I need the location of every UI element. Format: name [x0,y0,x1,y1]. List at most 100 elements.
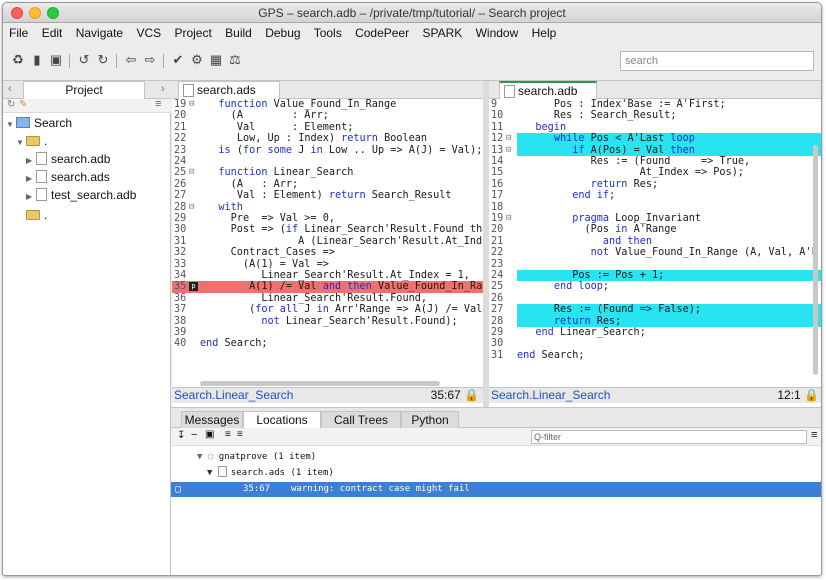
collapse-all-icon[interactable]: ≡ [237,429,243,440]
code-line[interactable]: 25 end loop; [489,281,821,292]
collapsed-arrow-icon[interactable]: ▶ [26,152,36,169]
menu-edit[interactable]: Edit [42,26,63,40]
tab-call-trees[interactable]: Call Trees [321,411,401,428]
code-line[interactable]: 15 At_Index => Pos); [489,167,821,178]
right-breadcrumb[interactable]: Search.Linear_Search [491,388,610,403]
tab-locations[interactable]: Locations [243,411,321,428]
code-line[interactable]: 30 Post => (if Linear_Search'Result.Foun… [172,224,483,235]
forward-icon[interactable]: ⇨ [143,53,157,67]
minimize-window-button[interactable] [29,7,41,19]
close-window-button[interactable] [11,7,23,19]
code-line[interactable]: 11 begin [489,122,821,133]
horizontal-scrollbar[interactable] [200,381,440,386]
code-line[interactable]: 22 not Value_Found_In_Range (A, Val, A'F [489,247,821,258]
code-line[interactable]: 27 Res := (Found => False); [489,304,821,316]
code-line[interactable]: 26 [489,293,821,304]
code-line[interactable]: 27 Val : Element) return Search_Result [172,190,483,201]
expanded-arrow-icon[interactable]: ▼ [16,134,26,151]
code-line[interactable]: 28 ⊟ with [172,202,483,213]
code-line[interactable]: 17 end if; [489,190,821,201]
code-line[interactable]: 29 Pre => Val >= 0, [172,213,483,224]
fold-icon[interactable]: ⊟ [506,133,511,144]
expanded-arrow-icon[interactable]: ▼ [207,468,212,478]
code-line[interactable]: 18 [489,202,821,213]
clear-icon[interactable]: ↧ [177,430,185,441]
menu-navigate[interactable]: Navigate [76,26,123,40]
code-line[interactable]: 37 (for all J in Arr'Range => A(J) /= Va… [172,304,483,315]
tree-dir[interactable]: ▼. [16,133,47,150]
expand-all-icon[interactable]: ≡ [225,429,231,440]
collapsed-arrow-icon[interactable]: ▶ [26,170,36,187]
left-breadcrumb[interactable]: Search.Linear_Search [174,388,293,403]
code-line[interactable]: 19 ⊟ function Value_Found_In_Range [172,99,483,110]
back-icon[interactable]: ⇦ [124,53,138,67]
code-line[interactable]: 12 ⊟ while Pos < A'Last loop [489,133,821,145]
code-line[interactable]: 32 Contract_Cases => [172,247,483,258]
code-line[interactable]: 29 end Linear_Search; [489,327,821,338]
code-line[interactable]: 31 end Search; [489,350,821,361]
code-line[interactable]: 39 [172,327,483,338]
code-line[interactable]: 24 Pos := Pos + 1; [489,270,821,282]
code-line[interactable]: 10 Res : Search_Result; [489,110,821,121]
lock-icon[interactable]: 🔒 [804,388,819,402]
fold-icon[interactable]: ⊟ [506,213,511,224]
undo-icon[interactable]: ↺ [77,53,91,67]
open-folder-icon[interactable]: ▮ [30,53,44,67]
fold-icon[interactable]: ⊟ [506,145,511,156]
menu-spark[interactable]: SPARK [422,26,462,40]
build-all-icon[interactable]: ▦ [209,53,223,67]
menu-vcs[interactable]: VCS [136,26,161,40]
edit-icon[interactable]: ✎ [19,99,27,110]
code-line[interactable]: 9 Pos : Index'Base := A'First; [489,99,821,110]
expanded-arrow-icon[interactable]: ▼ [6,116,16,133]
code-line[interactable]: 38 not Linear_Search'Result.Found); [172,316,483,327]
location-group[interactable]: ▼ ◯ gnatprove (1 item) [197,450,316,465]
filter-input[interactable]: Q-filter [531,430,807,444]
save-icon[interactable]: ▣ [49,53,63,67]
tree-file[interactable]: ▶ search.ads [26,169,110,186]
chevron-right-icon[interactable]: › [161,83,165,95]
code-line[interactable]: 24 [172,156,483,167]
build-icon[interactable]: ⚙ [190,53,204,67]
redo-icon[interactable]: ↻ [96,53,110,67]
code-line[interactable]: 34 Linear_Search'Result.At_Index = 1, [172,270,483,281]
lock-icon[interactable]: 🔒 [464,388,479,402]
menu-icon[interactable]: ≡ [155,98,161,110]
fold-icon[interactable]: ⊟ [189,99,194,110]
location-message-row[interactable]: ▢ 35:67 warning: contract case might fai… [171,482,821,497]
tree-obj-dir[interactable]: . [16,207,47,224]
reload-icon[interactable]: ↻ [7,99,15,110]
menu-build[interactable]: Build [225,26,252,40]
fold-icon[interactable]: ⊟ [189,167,194,178]
menu-window[interactable]: Window [476,26,519,40]
code-line[interactable]: 28 return Res; [489,315,821,327]
code-line[interactable]: 33 (A(1) = Val => [172,259,483,270]
menu-help[interactable]: Help [532,26,557,40]
tab-python[interactable]: Python [401,411,459,428]
code-line[interactable]: 30 [489,338,821,349]
message-marker-icon[interactable]: p [189,282,198,292]
code-line[interactable]: 19 ⊟ pragma Loop_Invariant [489,213,821,224]
code-line[interactable]: 36 Linear_Search'Result.Found, [172,293,483,304]
menu-tools[interactable]: Tools [314,26,342,40]
code-line[interactable]: 20 (A : Arr; [172,110,483,121]
menu-project[interactable]: Project [174,26,211,40]
tab-project[interactable]: Project [23,81,145,99]
code-line[interactable]: 21 and then [489,236,821,247]
tree-file[interactable]: ▶ search.adb [26,151,110,168]
code-line[interactable]: 13 ⊟ if A(Pos) = Val then [489,144,821,156]
tab-search-adb[interactable]: search.adb [499,81,597,99]
menu-icon[interactable]: ≡ [811,429,817,441]
code-line[interactable]: 31 A (Linear_Search'Result.At_Ind [172,236,483,247]
tree-file[interactable]: ▶ test_search.adb [26,187,136,204]
menu-codepeer[interactable]: CodePeer [355,26,409,40]
code-line[interactable]: 35 p A(1) /= Val and then Value_Found_In_… [172,281,483,293]
remove-icon[interactable]: − [191,429,197,441]
tab-messages[interactable]: Messages [181,411,243,428]
chevron-left-icon[interactable]: ‹ [8,83,12,95]
location-file[interactable]: ▼ search.ads (1 item) [207,466,334,481]
code-line[interactable]: 25 ⊟ function Linear_Search [172,167,483,178]
code-line[interactable]: 22 Low, Up : Index) return Boolean [172,133,483,144]
code-line[interactable]: 40 end Search; [172,338,483,349]
check-icon[interactable]: ✔ [171,53,185,67]
